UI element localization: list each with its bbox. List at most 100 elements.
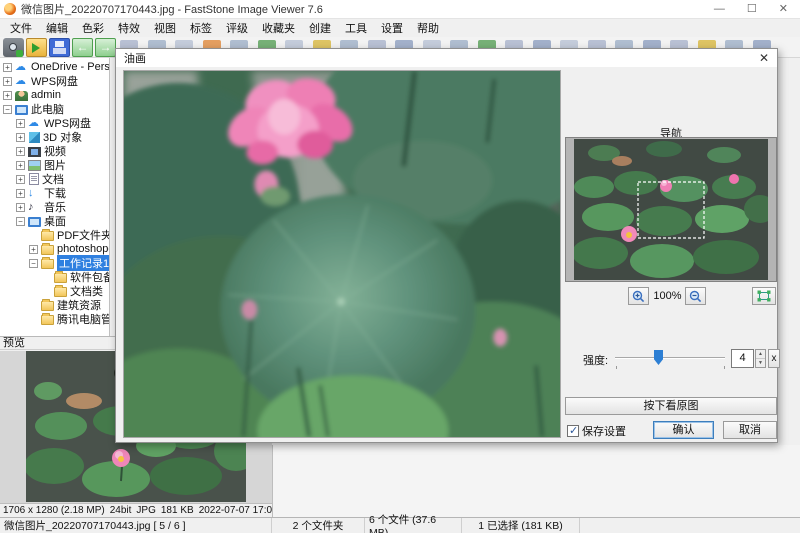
oil-painting-dialog: 油画 ✕ [115, 48, 778, 443]
tree-item-PDF文件夹[interactable]: PDF文件夹 [0, 228, 109, 242]
menu-item-收藏夹[interactable]: 收藏夹 [255, 19, 302, 37]
tree-item-label: PDF文件夹 [57, 227, 109, 243]
tree-item-软件包备份[interactable]: 软件包备份 [0, 270, 109, 284]
navigation-box [565, 137, 777, 282]
tree-item-工作记录1[interactable]: −工作记录1 [0, 256, 109, 270]
computer-icon [15, 105, 28, 115]
intensity-clear-button[interactable]: x [768, 349, 780, 368]
tree-item-图片[interactable]: +图片 [0, 158, 109, 172]
fit-view-button[interactable] [752, 287, 776, 305]
collapse-icon[interactable]: − [16, 217, 25, 226]
intensity-spinner[interactable]: ▲ ▼ [755, 349, 766, 368]
cancel-button[interactable]: 取消 [723, 421, 777, 439]
minimize-button[interactable]: — [714, 1, 725, 17]
intensity-slider-track[interactable] [615, 357, 725, 359]
camera-import-icon[interactable] [3, 38, 24, 57]
desktop-icon [28, 217, 41, 227]
music-icon [28, 201, 41, 213]
app-window: 微信图片_20220707170443.jpg - FastStone Imag… [0, 0, 800, 533]
expand-icon[interactable]: + [3, 91, 12, 100]
save-settings-checkbox[interactable] [567, 425, 579, 437]
back-icon[interactable]: ← [72, 38, 93, 57]
info-depth: 24bit [110, 505, 132, 516]
expand-icon[interactable]: + [16, 175, 25, 184]
intensity-slider-thumb[interactable] [654, 350, 663, 365]
menu-item-帮助[interactable]: 帮助 [410, 19, 446, 37]
intensity-value-input[interactable]: 4 [731, 349, 754, 368]
menu-item-视图[interactable]: 视图 [147, 19, 183, 37]
save-icon[interactable] [49, 38, 70, 57]
expand-icon[interactable]: + [16, 133, 25, 142]
ok-button[interactable]: 确认 [653, 421, 714, 439]
collapse-icon[interactable]: − [29, 259, 38, 268]
expand-icon[interactable]: + [3, 63, 12, 72]
status-folders: 2 个文件夹 [272, 518, 365, 533]
expand-icon[interactable]: + [16, 147, 25, 156]
dialog-title: 油画 [124, 50, 146, 66]
tree-item-桌面[interactable]: −桌面 [0, 214, 109, 228]
menu-item-编辑[interactable]: 编辑 [39, 19, 75, 37]
collapse-icon[interactable]: − [3, 105, 12, 114]
maximize-button[interactable]: ☐ [747, 1, 757, 17]
expand-icon[interactable]: + [3, 77, 12, 86]
menu-item-特效[interactable]: 特效 [111, 19, 147, 37]
tree-item-音乐[interactable]: +音乐 [0, 200, 109, 214]
tree-item-OneDrive - Personal[interactable]: + OneDrive - Personal [0, 60, 109, 74]
folder-icon [41, 301, 54, 311]
expand-icon[interactable]: + [16, 203, 25, 212]
tree-item-文档[interactable]: +文档 [0, 172, 109, 186]
tree-item-3D 对象[interactable]: +3D 对象 [0, 130, 109, 144]
zoom-out-button[interactable] [685, 287, 706, 305]
spinner-down-icon[interactable]: ▼ [756, 359, 765, 367]
cloud-icon [15, 75, 28, 87]
menu-item-创建[interactable]: 创建 [302, 19, 338, 37]
tree-item-视频[interactable]: +视频 [0, 144, 109, 158]
effect-preview-image[interactable] [123, 70, 561, 438]
menu-item-设置[interactable]: 设置 [374, 19, 410, 37]
show-original-button[interactable]: 按下看原图 [565, 397, 777, 415]
tree-item-label: OneDrive - Personal [31, 61, 109, 73]
zoom-controls: 100% [565, 287, 777, 305]
menu-item-色彩[interactable]: 色彩 [75, 19, 111, 37]
tree-item-label: admin [31, 89, 61, 101]
tree-item-photoshopcs5[interactable]: + photoshopcs5 [0, 242, 109, 256]
menu-item-标签[interactable]: 标签 [183, 19, 219, 37]
picture-icon [28, 160, 41, 171]
tree-item-admin[interactable]: + admin [0, 88, 109, 102]
zoom-percentage: 100% [651, 290, 684, 302]
menu-item-评级[interactable]: 评级 [219, 19, 255, 37]
tree-item-WPS网盘[interactable]: + WPS网盘 [0, 74, 109, 88]
spinner-up-icon[interactable]: ▲ [756, 350, 765, 359]
tree-item-文档类[interactable]: 文档类 [0, 284, 109, 298]
tree-item-下载[interactable]: +下载 [0, 186, 109, 200]
status-bar: 微信图片_20220707170443.jpg [ 5 / 6 ] 2 个文件夹… [0, 517, 800, 533]
document-icon [29, 173, 39, 185]
intensity-row: 强度: 4 ▲ ▼ x [565, 349, 777, 369]
navigation-thumbnail[interactable] [574, 139, 768, 280]
expand-icon[interactable]: + [16, 119, 25, 128]
open-folder-icon[interactable] [26, 38, 47, 57]
tree-item-WPS网盘[interactable]: +WPS网盘 [0, 116, 109, 130]
menu-item-工具[interactable]: 工具 [338, 19, 374, 37]
tree-item-label: photoshopcs5 [57, 243, 109, 255]
user-icon [15, 91, 28, 101]
file-list-area[interactable] [272, 445, 800, 517]
save-settings-checkbox-wrap[interactable]: 保存设置 [567, 423, 626, 439]
expand-icon[interactable]: + [16, 161, 25, 170]
window-title: 微信图片_20220707170443.jpg - FastStone Imag… [21, 1, 714, 17]
info-dimensions: 1706 x 1280 (2.18 MP) [3, 505, 105, 516]
close-button[interactable]: ✕ [779, 1, 788, 17]
expand-icon[interactable]: + [29, 245, 38, 254]
tree-item-label: WPS网盘 [31, 73, 78, 89]
zoom-in-button[interactable] [628, 287, 649, 305]
slider-tick [724, 366, 725, 369]
tree-item-腾讯电脑管家渠[interactable]: 腾讯电脑管家渠 [0, 312, 109, 326]
info-format: JPG [136, 505, 155, 516]
tree-item-此电脑[interactable]: −此电脑 [0, 102, 109, 116]
expand-icon[interactable]: + [16, 189, 25, 198]
forward-icon[interactable]: → [95, 38, 116, 57]
menu-item-文件[interactable]: 文件 [3, 19, 39, 37]
slider-tick [616, 366, 617, 369]
tree-item-建筑资源[interactable]: 建筑资源 [0, 298, 109, 312]
cloud-icon [15, 61, 28, 73]
